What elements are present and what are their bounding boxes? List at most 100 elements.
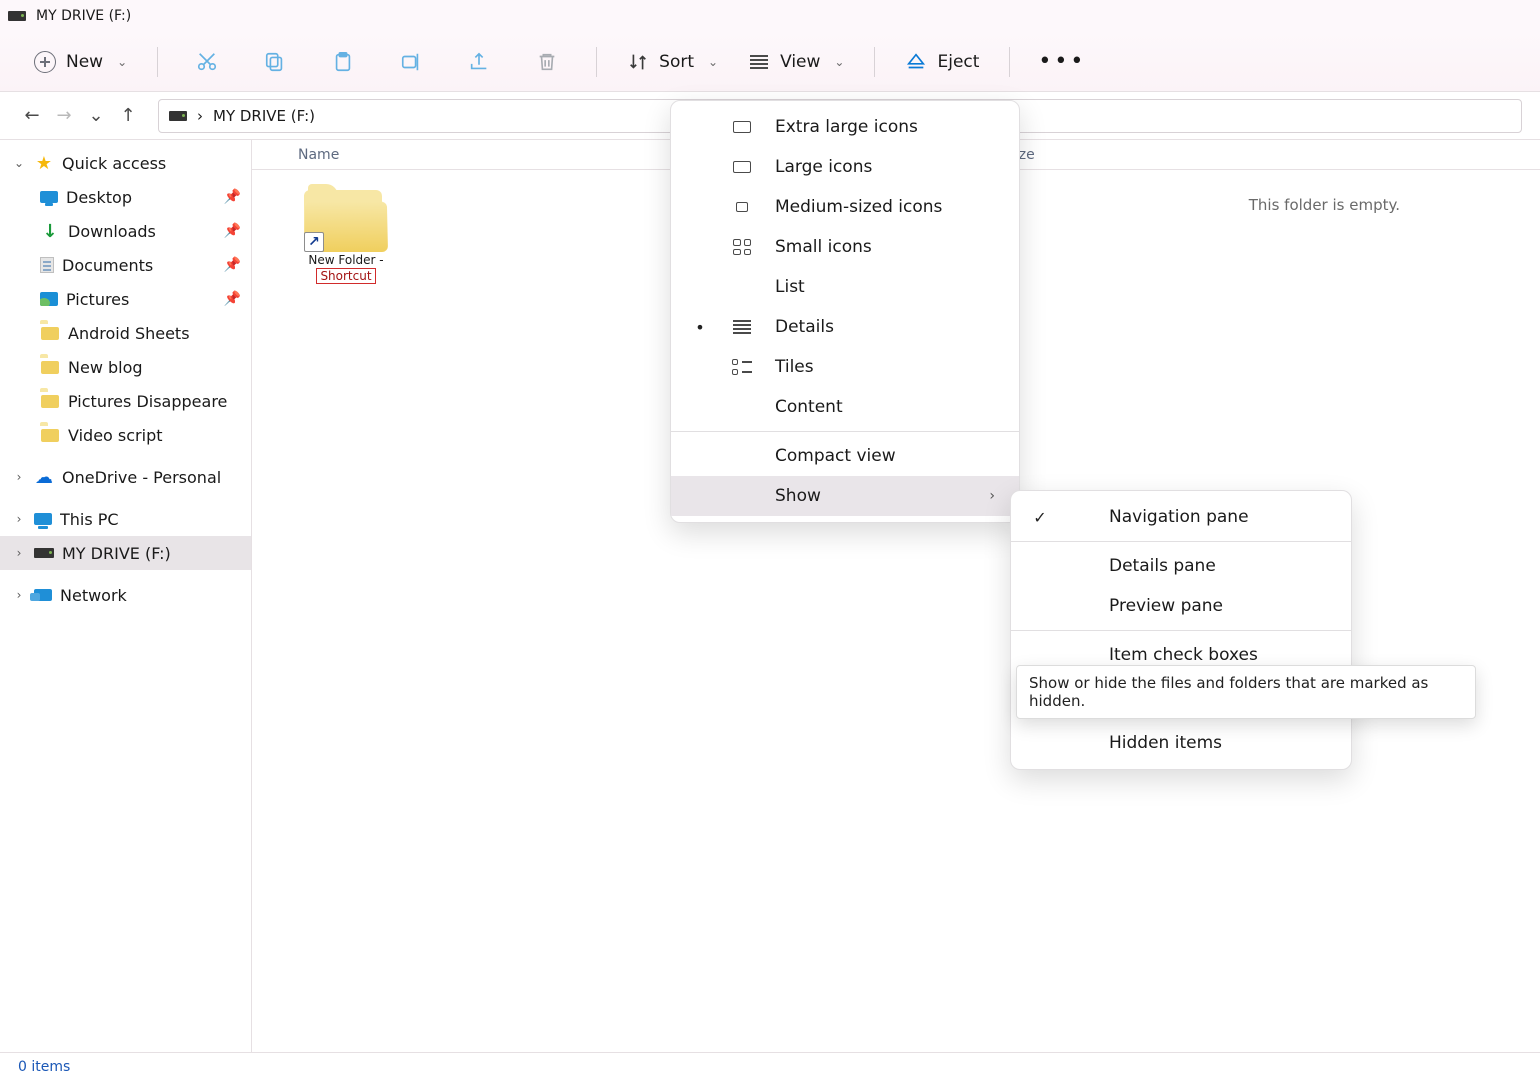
sidebar-item-downloads[interactable]: ↓ Downloads 📌 bbox=[0, 214, 251, 248]
documents-icon bbox=[40, 257, 54, 273]
plus-circle-icon bbox=[34, 51, 56, 73]
view-menu-details[interactable]: • Details bbox=[671, 307, 1019, 347]
toolbar: New ⌄ Sort ⌄ bbox=[0, 32, 1540, 92]
rectangle-icon bbox=[727, 156, 757, 178]
up-button[interactable]: ↑ bbox=[114, 105, 142, 126]
eject-button[interactable]: Eject bbox=[893, 45, 991, 79]
sidebar-item-video-script[interactable]: Video script bbox=[0, 418, 251, 452]
eject-label: Eject bbox=[937, 52, 979, 72]
tooltip-hidden-items: Show or hide the files and folders that … bbox=[1016, 665, 1476, 719]
view-label: View bbox=[780, 52, 820, 72]
view-menu-content[interactable]: Content bbox=[671, 387, 1019, 427]
menu-item-label: Small icons bbox=[775, 237, 995, 257]
sidebar-quick-access[interactable]: ⌄ ★ Quick access bbox=[0, 146, 251, 180]
trash-icon bbox=[536, 51, 558, 73]
sidebar-this-pc[interactable]: › This PC bbox=[0, 502, 251, 536]
toolbar-divider bbox=[157, 47, 158, 77]
folder-icon bbox=[40, 426, 60, 444]
menu-item-label: Details pane bbox=[1067, 556, 1327, 576]
sidebar-item-documents[interactable]: Documents 📌 bbox=[0, 248, 251, 282]
sidebar-item-label: Desktop bbox=[66, 188, 216, 207]
column-size[interactable]: Size bbox=[987, 140, 1540, 169]
titlebar: MY DRIVE (F:) bbox=[0, 0, 1540, 32]
view-menu-tiles[interactable]: Tiles bbox=[671, 347, 1019, 387]
drive-icon bbox=[34, 548, 54, 558]
status-bar: 0 items bbox=[0, 1052, 1540, 1080]
sidebar-item-label: Quick access bbox=[62, 154, 241, 173]
chevron-right-icon[interactable]: › bbox=[12, 470, 26, 484]
eject-icon bbox=[905, 51, 927, 73]
sidebar-item-label: Android Sheets bbox=[68, 324, 241, 343]
shortcut-arrow-icon: ↗ bbox=[304, 232, 324, 252]
chevron-right-icon[interactable]: › bbox=[12, 588, 26, 602]
share-icon bbox=[468, 51, 490, 73]
show-menu-details-pane[interactable]: Details pane bbox=[1011, 546, 1351, 586]
sidebar-item-pictures-disappeared[interactable]: Pictures Disappeare bbox=[0, 384, 251, 418]
pin-icon: 📌 bbox=[224, 257, 241, 273]
new-label: New bbox=[66, 52, 103, 72]
blank-icon bbox=[727, 485, 757, 507]
sidebar-item-pictures[interactable]: Pictures 📌 bbox=[0, 282, 251, 316]
menu-item-label: Hidden items bbox=[1067, 733, 1327, 753]
view-menu-list[interactable]: List bbox=[671, 267, 1019, 307]
show-menu-navigation-pane[interactable]: ✓ Navigation pane bbox=[1011, 497, 1351, 537]
sidebar-item-label: MY DRIVE (F:) bbox=[62, 544, 241, 563]
copy-icon bbox=[264, 51, 286, 73]
copy-button[interactable] bbox=[244, 45, 306, 79]
folder-icon bbox=[40, 324, 60, 342]
view-menu-show[interactable]: Show › bbox=[671, 476, 1019, 516]
menu-item-label: Item check boxes bbox=[1067, 645, 1327, 665]
chevron-right-icon[interactable]: › bbox=[12, 512, 26, 526]
chevron-right-icon[interactable]: › bbox=[12, 546, 26, 560]
paste-button[interactable] bbox=[312, 45, 374, 79]
menu-item-label: Medium-sized icons bbox=[775, 197, 995, 217]
check-icon: ✓ bbox=[1031, 508, 1049, 527]
view-button[interactable]: View ⌄ bbox=[736, 45, 856, 79]
view-menu-extra-large-icons[interactable]: Extra large icons bbox=[671, 107, 1019, 147]
view-menu-compact-view[interactable]: Compact view bbox=[671, 436, 1019, 476]
menu-item-label: Show bbox=[775, 486, 971, 506]
menu-item-label: Compact view bbox=[775, 446, 995, 466]
sidebar-item-label: Downloads bbox=[68, 222, 216, 241]
back-button[interactable]: ← bbox=[18, 105, 46, 126]
scissors-icon bbox=[196, 51, 218, 73]
sidebar-network[interactable]: › Network bbox=[0, 578, 251, 612]
cut-button[interactable] bbox=[176, 45, 238, 79]
show-menu-preview-pane[interactable]: Preview pane bbox=[1011, 586, 1351, 626]
sidebar-item-android-sheets[interactable]: Android Sheets bbox=[0, 316, 251, 350]
show-menu-hidden-items[interactable]: Hidden items bbox=[1011, 723, 1351, 763]
file-item-new-folder-shortcut[interactable]: ↗ New Folder - Shortcut bbox=[296, 184, 396, 284]
sidebar-item-label: OneDrive - Personal bbox=[62, 468, 241, 487]
breadcrumb-current[interactable]: MY DRIVE (F:) bbox=[213, 107, 315, 125]
bullet-icon: • bbox=[691, 318, 709, 337]
empty-folder-message: This folder is empty. bbox=[1249, 196, 1400, 214]
sidebar-onedrive[interactable]: › ☁ OneDrive - Personal bbox=[0, 460, 251, 494]
navigation-pane[interactable]: ⌄ ★ Quick access Desktop 📌 ↓ Downloads 📌… bbox=[0, 140, 252, 1052]
breadcrumb-sep: › bbox=[197, 107, 203, 125]
chevron-down-icon: ⌄ bbox=[834, 55, 844, 69]
file-item-label-line1: New Folder - bbox=[296, 254, 396, 267]
new-button[interactable]: New ⌄ bbox=[22, 45, 139, 79]
delete-button[interactable] bbox=[516, 45, 578, 79]
more-button[interactable]: ••• bbox=[1028, 49, 1096, 74]
view-menu-small-icons[interactable]: Small icons bbox=[671, 227, 1019, 267]
menu-item-label: Preview pane bbox=[1067, 596, 1327, 616]
forward-button[interactable]: → bbox=[50, 105, 78, 126]
sidebar-item-label: This PC bbox=[60, 510, 241, 529]
menu-item-label: Extra large icons bbox=[775, 117, 995, 137]
chevron-right-icon: › bbox=[989, 488, 995, 504]
sidebar-item-new-blog[interactable]: New blog bbox=[0, 350, 251, 384]
rename-button[interactable] bbox=[380, 45, 442, 79]
view-lines-icon bbox=[748, 51, 770, 73]
recent-locations-button[interactable]: ⌄ bbox=[82, 105, 110, 126]
sidebar-my-drive[interactable]: › MY DRIVE (F:) bbox=[0, 536, 251, 570]
blank-icon bbox=[727, 445, 757, 467]
sidebar-item-desktop[interactable]: Desktop 📌 bbox=[0, 180, 251, 214]
share-button[interactable] bbox=[448, 45, 510, 79]
sort-button[interactable]: Sort ⌄ bbox=[615, 45, 730, 79]
view-menu-medium-icons[interactable]: Medium-sized icons bbox=[671, 187, 1019, 227]
chevron-down-icon: ⌄ bbox=[117, 55, 127, 69]
view-menu-large-icons[interactable]: Large icons bbox=[671, 147, 1019, 187]
chevron-down-icon[interactable]: ⌄ bbox=[12, 156, 26, 170]
pc-icon bbox=[34, 513, 52, 525]
